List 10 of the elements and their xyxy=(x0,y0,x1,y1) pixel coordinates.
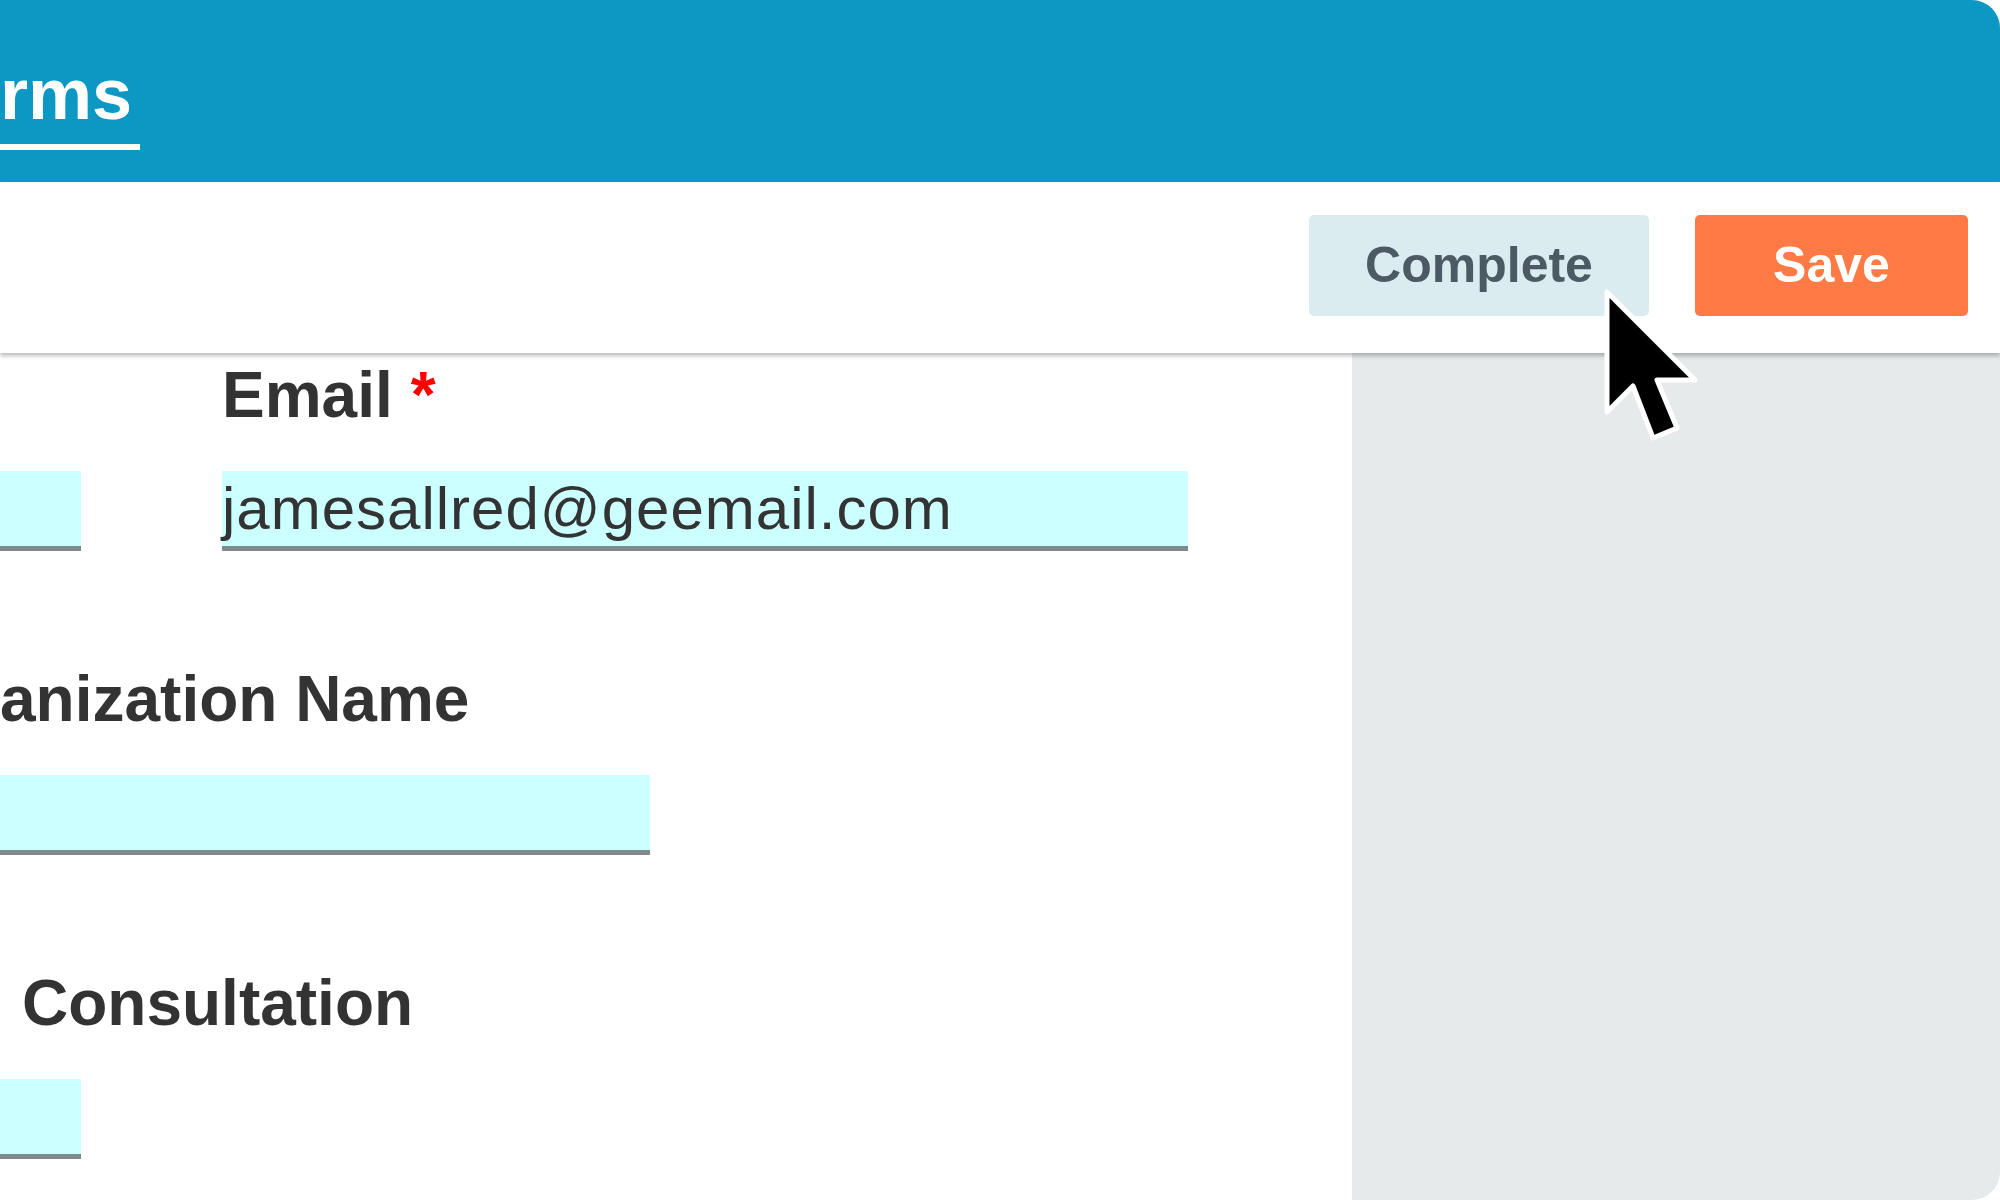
input-field[interactable] xyxy=(0,1079,81,1159)
nav-tab[interactable]: rms xyxy=(0,0,141,150)
input-field[interactable] xyxy=(0,775,650,855)
field-label: Consultation xyxy=(22,967,414,1039)
complete-button[interactable]: Complete xyxy=(1309,215,1649,316)
field-label: anization Name xyxy=(0,663,470,735)
input-field[interactable]: jamesallred@geemail.com xyxy=(222,471,1188,551)
field-label: Email xyxy=(222,359,393,431)
input-field[interactable] xyxy=(0,471,81,551)
required-mark: * xyxy=(410,359,436,431)
